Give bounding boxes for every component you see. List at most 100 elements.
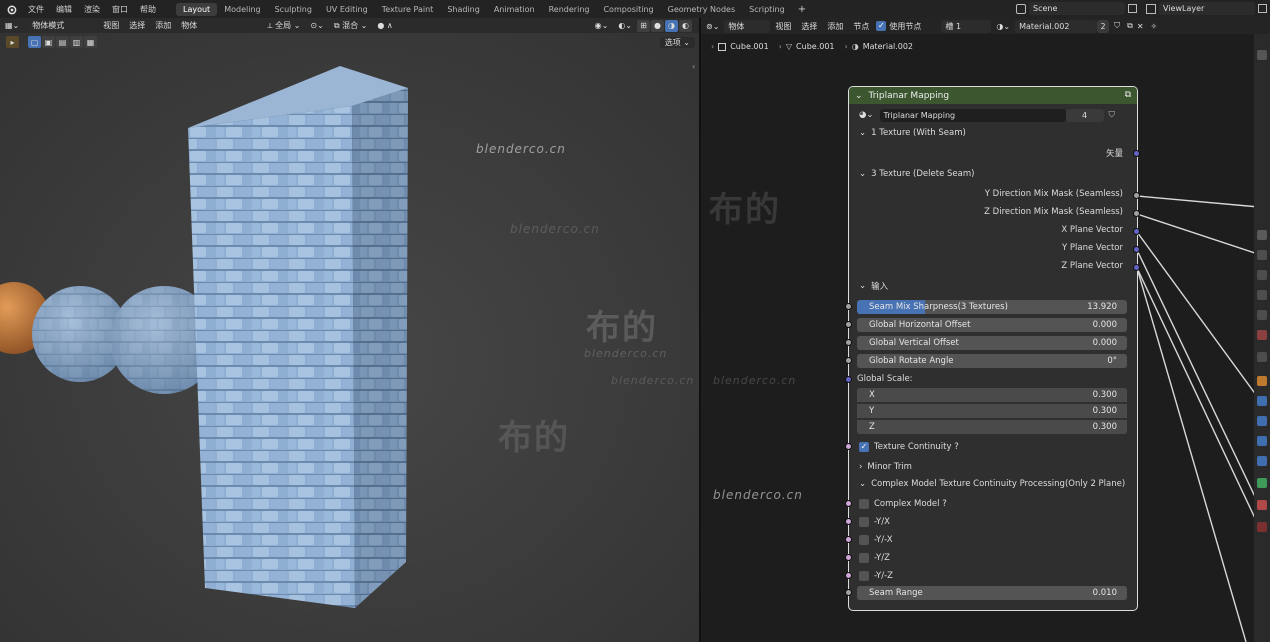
panel-3-texture[interactable]: ⌄ 3 Texture (Delete Seam) [849, 166, 1137, 182]
object-tab-icon[interactable] [1257, 376, 1267, 386]
visibility-icon[interactable]: ◉⌄ [590, 21, 614, 30]
input-socket[interactable] [845, 554, 852, 561]
global-rotate-angle-field[interactable]: Global Rotate Angle 0° [857, 354, 1127, 368]
node-editor[interactable]: ⊚⌄ 物体 视图 选择 添加 节点 ✓ 使用节点 槽 1 ◑⌄ Material… [701, 18, 1270, 642]
node-group-icon[interactable]: ⧉ [1125, 90, 1131, 100]
checkbox[interactable] [859, 571, 869, 581]
collapse-chevron-icon[interactable]: ⌄ [855, 91, 863, 101]
tab-modeling[interactable]: Modeling [217, 3, 267, 16]
neg-y-neg-x-toggle[interactable]: -Y/-X [849, 532, 1137, 548]
checkbox[interactable] [859, 499, 869, 509]
menu-help[interactable]: 帮助 [134, 4, 162, 15]
3d-viewport[interactable]: ▦⌄ 物体模式 视图 选择 添加 物体 ⟂ 全局 ⌄ ⊙⌄ ⧉ 混合 ⌄ ● ∧… [0, 18, 699, 642]
mode-dropdown[interactable]: 物体模式 [28, 19, 99, 32]
input-socket[interactable] [845, 589, 852, 596]
checkbox[interactable] [859, 553, 869, 563]
input-socket[interactable] [845, 536, 852, 543]
select-tool-icon[interactable]: ▸ [6, 36, 19, 48]
seam-mix-sharpness-slider[interactable]: Seam Mix Sharpness(3 Textures) 13.920 [857, 300, 1127, 314]
menu-add[interactable]: 添加 [150, 20, 176, 31]
editor-type-icon[interactable]: ▦⌄ [0, 21, 24, 30]
tab-texture-paint[interactable]: Texture Paint [375, 3, 441, 16]
input-socket[interactable] [845, 321, 852, 328]
select-intersect-icon[interactable]: ▦ [84, 36, 97, 48]
checkbox[interactable] [859, 517, 869, 527]
complex-model-toggle[interactable]: Complex Model ? [849, 496, 1137, 512]
panel-input[interactable]: ⌄ 输入 [849, 278, 1137, 294]
checkbox[interactable] [859, 535, 869, 545]
texture-continuity-checkbox[interactable]: ✓ [859, 442, 869, 452]
tab-sculpting[interactable]: Sculpting [268, 3, 319, 16]
transform-orientation-dropdown[interactable]: ⟂ 全局 ⌄ [262, 20, 305, 31]
material-tab-icon[interactable] [1257, 500, 1267, 510]
neg-y-neg-z-toggle[interactable]: -Y/-Z [849, 568, 1137, 584]
menu-edit[interactable]: 编辑 [50, 4, 78, 15]
world-tab-icon[interactable] [1257, 310, 1267, 320]
node-tree-icon[interactable]: ◕⌄ [859, 110, 874, 120]
physics-tab-icon[interactable] [1257, 436, 1267, 446]
seam-range-field[interactable]: Seam Range 0.010 [857, 586, 1127, 600]
input-socket-global-scale[interactable] [845, 376, 852, 383]
tab-layout[interactable]: Layout [176, 2, 218, 16]
select-invert-icon[interactable]: ▥ [70, 36, 83, 48]
add-workspace-button[interactable]: + [792, 4, 812, 15]
panel-1-texture[interactable]: ⌄ 1 Texture (With Seam) [849, 125, 1137, 141]
snap-dropdown[interactable]: ⧉ 混合 ⌄ [329, 20, 373, 31]
global-horizontal-offset-field[interactable]: Global Horizontal Offset 0.000 [857, 318, 1127, 332]
render-tab-icon[interactable] [1257, 230, 1267, 240]
output-socket-vector[interactable] [1133, 150, 1140, 157]
global-scale-z-field[interactable]: Z 0.300 [857, 420, 1127, 434]
global-vertical-offset-field[interactable]: Global Vertical Offset 0.000 [857, 336, 1127, 350]
global-scale-y-field[interactable]: Y 0.300 [857, 404, 1127, 418]
input-socket[interactable] [845, 357, 852, 364]
node-header[interactable]: ⌄ Triplanar Mapping ⧉ [849, 87, 1137, 104]
viewlayer-selector[interactable]: ViewLayer [1146, 2, 1267, 15]
select-subtract-icon[interactable]: ▤ [56, 36, 69, 48]
select-extend-icon[interactable]: ▣ [42, 36, 55, 48]
wireframe-shading-icon[interactable]: ⊞ [637, 19, 650, 32]
copy-icon[interactable] [1128, 4, 1137, 13]
tool-tab-icon[interactable] [1257, 50, 1267, 60]
particles-tab-icon[interactable] [1257, 416, 1267, 426]
input-socket[interactable] [845, 303, 852, 310]
modifier-tab-icon[interactable] [1257, 396, 1267, 406]
proportional-edit-icon[interactable]: ● ∧ [372, 21, 397, 30]
global-scale-x-field[interactable]: X 0.300 [857, 388, 1127, 402]
material-shading-icon[interactable]: ◑ [665, 19, 678, 32]
input-socket[interactable] [845, 500, 852, 507]
input-socket[interactable] [845, 518, 852, 525]
solid-shading-icon[interactable]: ● [651, 19, 664, 32]
group-name-field[interactable]: Triplanar Mapping [879, 108, 1066, 122]
panel-complex-model[interactable]: ⌄ Complex Model Texture Continuity Proce… [849, 476, 1137, 492]
texture-continuity-toggle[interactable]: ✓ Texture Continuity ? [849, 439, 1137, 455]
input-socket[interactable] [845, 572, 852, 579]
select-new-icon[interactable]: ▢ [28, 36, 41, 48]
output-socket[interactable] [1133, 228, 1140, 235]
tab-geometry-nodes[interactable]: Geometry Nodes [661, 3, 742, 16]
scene-field[interactable]: Scene [1029, 2, 1125, 15]
scene-selector[interactable]: Scene [1016, 2, 1137, 15]
collection-tab-icon[interactable] [1257, 330, 1267, 340]
menu-object[interactable]: 物体 [176, 20, 202, 31]
tab-shading[interactable]: Shading [440, 3, 487, 16]
fake-user-shield-icon[interactable]: ⛉ [1109, 110, 1115, 120]
tab-uv-editing[interactable]: UV Editing [319, 3, 375, 16]
blender-logo-icon[interactable] [4, 2, 18, 16]
panel-minor-trim[interactable]: › Minor Trim [849, 459, 1137, 475]
viewlayer-field[interactable]: ViewLayer [1159, 2, 1255, 15]
tab-compositing[interactable]: Compositing [596, 3, 660, 16]
output-socket[interactable] [1133, 246, 1140, 253]
tab-rendering[interactable]: Rendering [542, 3, 597, 16]
output-socket[interactable] [1133, 264, 1140, 271]
texture-checker-tab-icon[interactable] [1257, 522, 1267, 532]
rendered-shading-icon[interactable]: ◐ [679, 19, 692, 32]
output-socket[interactable] [1133, 192, 1140, 199]
tab-scripting[interactable]: Scripting [742, 3, 792, 16]
menu-view[interactable]: 视图 [98, 20, 124, 31]
neg-y-x-toggle[interactable]: -Y/X [849, 514, 1137, 530]
group-users-count[interactable]: 4 [1065, 108, 1104, 122]
output-socket[interactable] [1133, 210, 1140, 217]
overlay-icon[interactable]: ◐⌄ [613, 21, 637, 30]
menu-window[interactable]: 窗口 [106, 4, 134, 15]
scene-tab-icon[interactable] [1257, 290, 1267, 300]
